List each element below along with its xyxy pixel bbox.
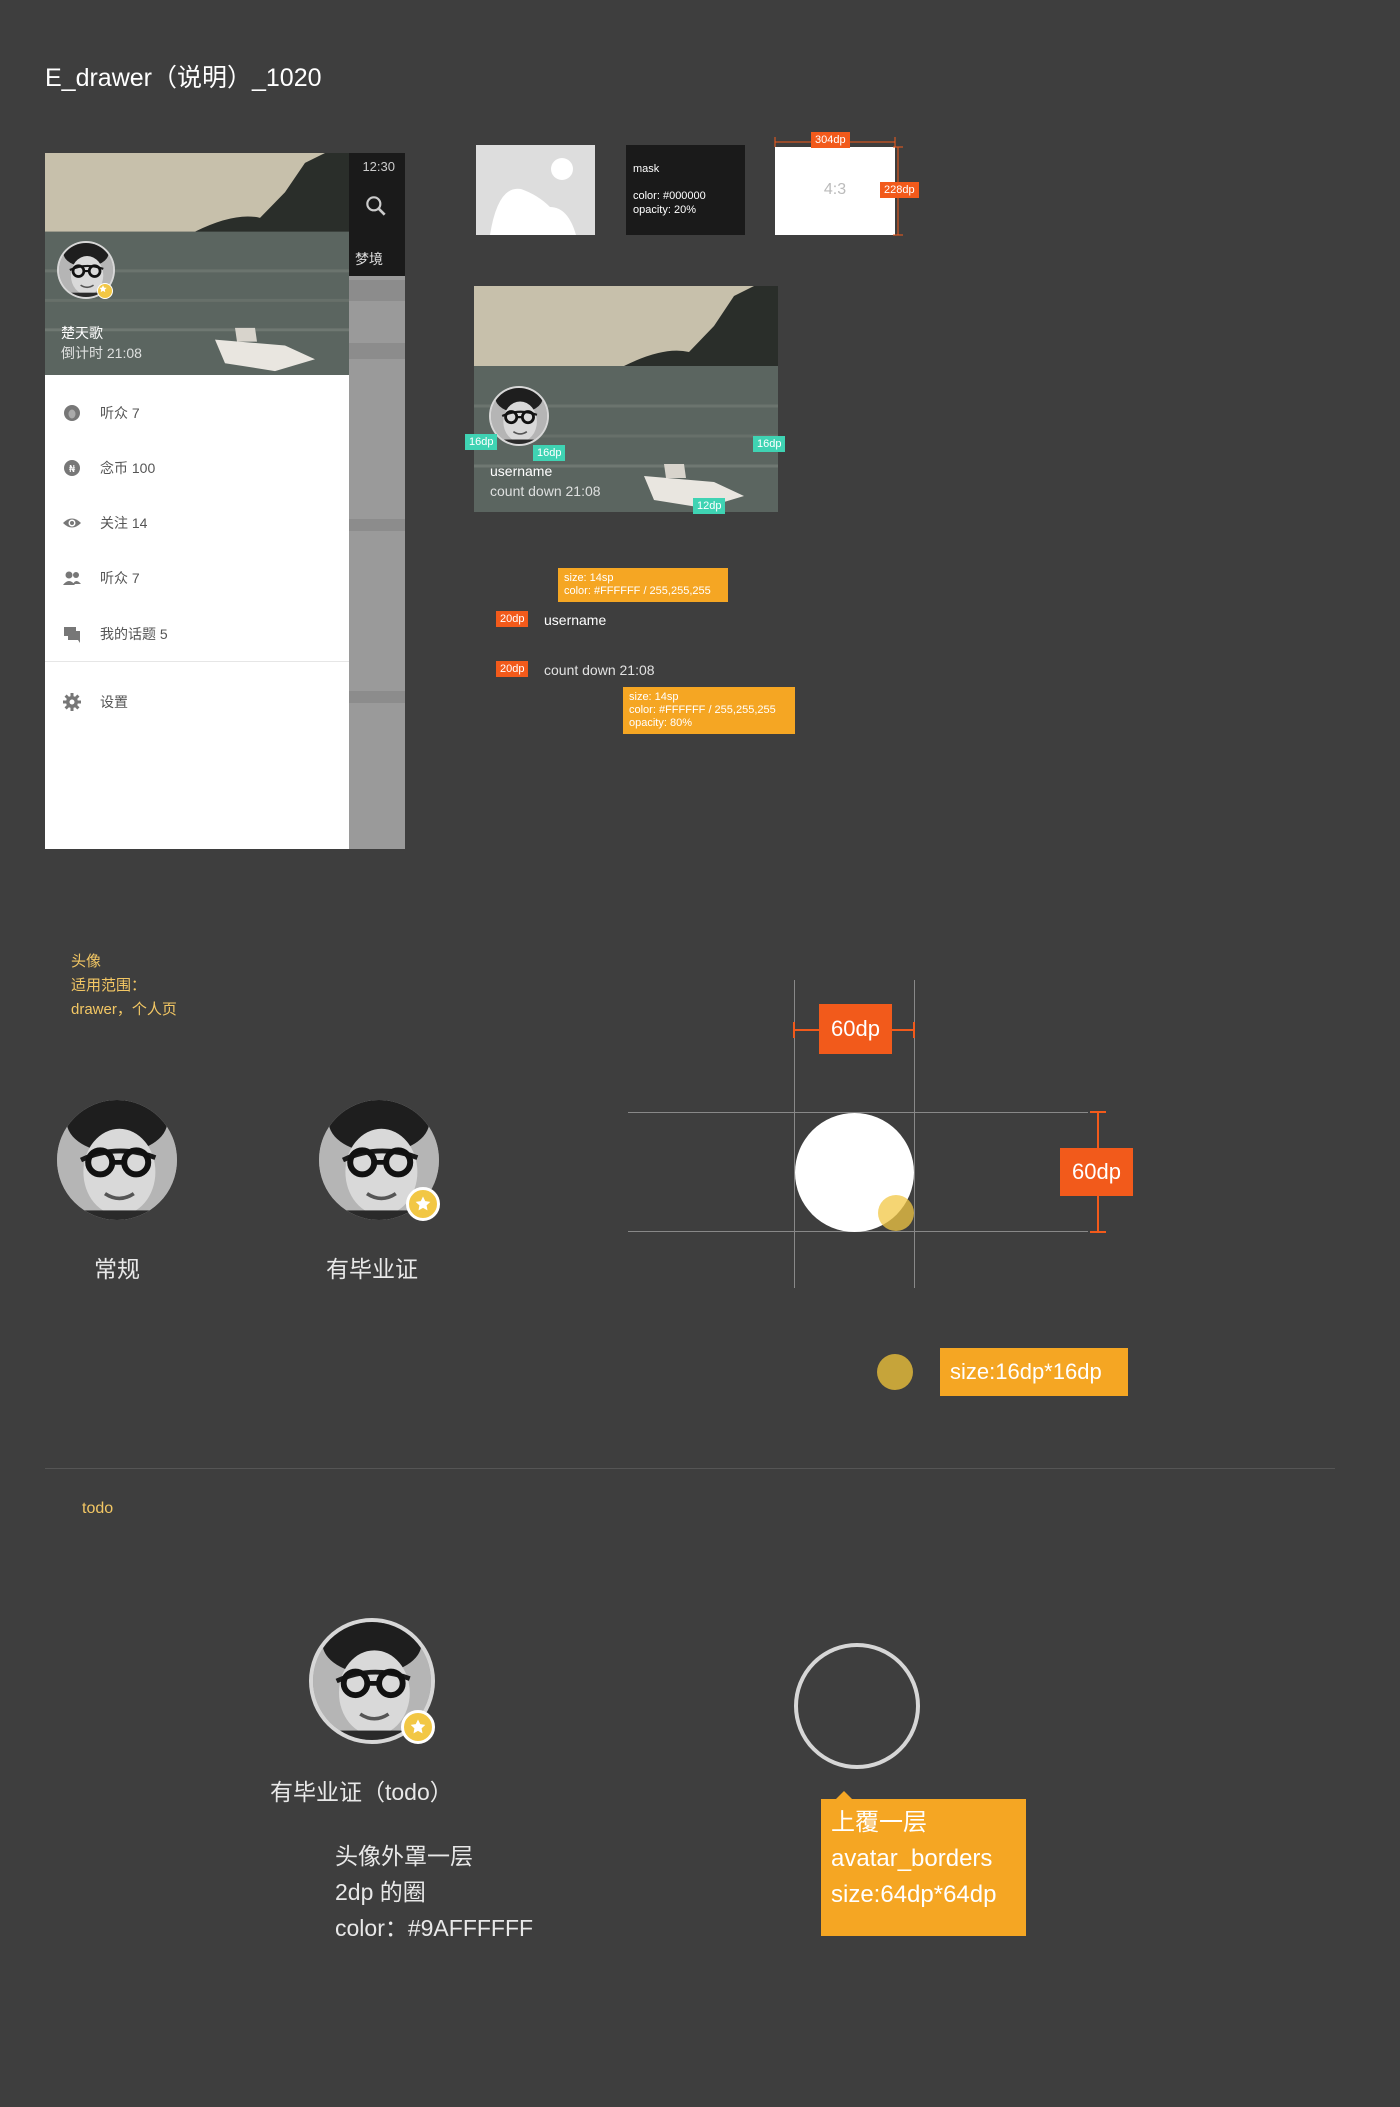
- countdown-sample: count down 21:08: [544, 662, 655, 678]
- countdown-typography-tag: size: 14sp color: #FFFFFF / 255,255,255 …: [623, 687, 795, 734]
- menu-item-label: 我的话题 5: [100, 626, 168, 642]
- avatar-border-tag: 上覆一层 avatar_borders size:64dp*64dp: [821, 1799, 1026, 1936]
- menu-item-settings[interactable]: 设置: [45, 682, 349, 722]
- mask-title: mask: [633, 163, 660, 175]
- badge-sample: [877, 1354, 913, 1390]
- avatar-photo: [491, 388, 547, 444]
- avatar-height-tag: 60dp: [1060, 1148, 1133, 1196]
- avatar-photo: [57, 1100, 177, 1220]
- menu-item-label: 关注 14: [100, 515, 148, 531]
- people-icon: [63, 571, 81, 585]
- image-icon: [490, 158, 576, 235]
- sample-avatar: [489, 386, 549, 446]
- avatar-width-tag: 60dp: [819, 1004, 892, 1054]
- drawer-mockup: 12:30 梦境 楚天歌 倒计时 21:08 听众 7 ₦ 念币 100 关注 …: [45, 153, 405, 849]
- avatar-graduate: [319, 1100, 440, 1221]
- navigation-drawer: 楚天歌 倒计时 21:08 听众 7 ₦ 念币 100 关注 14 听众 7 我…: [45, 153, 349, 849]
- drawer-header-photo: 楚天歌 倒计时 21:08: [45, 153, 349, 375]
- mask-color: color: #000000: [633, 190, 706, 202]
- avatar: [57, 1100, 177, 1220]
- avatar-normal: [57, 1100, 177, 1220]
- sample-username: username: [490, 463, 553, 479]
- todo-label: todo: [82, 1500, 114, 1517]
- menu-item-audience[interactable]: 听众 7: [45, 558, 349, 598]
- countdown-color: color: #FFFFFF / 255,255,255: [629, 704, 776, 716]
- avatar: [489, 386, 549, 446]
- eye-icon: [63, 518, 81, 528]
- todo-note-line3: color：#9AFFFFFF: [335, 1915, 534, 1941]
- menu-item-label: 听众 7: [100, 570, 140, 586]
- star-icon: [408, 1717, 428, 1737]
- countdown-size: size: 14sp: [629, 691, 679, 703]
- star-icon: [413, 1194, 433, 1214]
- badge-shape: [878, 1195, 914, 1231]
- mask-spec: mask color: #000000 opacity: 20%: [626, 145, 745, 235]
- todo-note: 头像外罩一层 2dp 的圈 color：#9AFFFFFF: [335, 1838, 533, 1946]
- background-card: [345, 703, 405, 849]
- todo-note-line2: 2dp 的圈: [335, 1879, 426, 1905]
- menu-item-label: 设置: [100, 694, 128, 710]
- app-toolbar: 12:30 梦境: [349, 153, 405, 280]
- search-icon[interactable]: [363, 193, 389, 219]
- drawer-avatar[interactable]: [57, 241, 115, 299]
- badge-size-tag: size:16dp*16dp: [940, 1348, 1128, 1396]
- graduate-badge: [406, 1187, 440, 1221]
- layer-line3: size:64dp*64dp: [831, 1881, 997, 1908]
- padding-left-tag: 16dp: [465, 434, 498, 450]
- username-size: size: 14sp: [564, 572, 614, 584]
- coin-icon: ₦: [64, 460, 80, 476]
- background-card: [345, 531, 405, 691]
- avatar-note-pages: drawer，个人页: [71, 1001, 177, 1018]
- star-icon: [98, 284, 108, 294]
- header-sample: username count down 21:08: [474, 286, 778, 512]
- layer-line2: avatar_borders: [831, 1845, 993, 1872]
- image-placeholder: [476, 145, 595, 235]
- layer-line1: 上覆一层: [831, 1809, 927, 1836]
- background-card: [345, 301, 405, 343]
- avatar-normal-label: 常规: [94, 1256, 140, 1282]
- section-divider: [45, 1468, 1335, 1469]
- menu-item-coins[interactable]: ₦ 念币 100: [45, 448, 349, 488]
- padding-right-tag: 16dp: [753, 436, 786, 452]
- gear-icon: [63, 693, 81, 711]
- username-sample: username: [544, 612, 607, 628]
- avatar-note-scope: 适用范围：: [71, 977, 147, 994]
- tab-dream[interactable]: 梦境: [355, 249, 383, 269]
- egg-icon: [64, 405, 80, 421]
- countdown-opacity: opacity: 80%: [629, 717, 692, 729]
- avatar-note: 头像 适用范围： drawer，个人页: [71, 950, 177, 1022]
- graduate-badge: [97, 283, 113, 299]
- menu-item-topics[interactable]: 我的话题 5: [45, 614, 349, 654]
- background-card: [345, 359, 405, 519]
- menu-divider: [45, 661, 349, 662]
- svg-text:₦: ₦: [69, 464, 76, 475]
- mask-opacity: opacity: 20%: [633, 204, 696, 216]
- chat-icon: [64, 627, 80, 643]
- padding-bottom-tag: 12dp: [693, 498, 726, 514]
- page-title: E_drawer（说明）_1020: [45, 64, 322, 92]
- graduate-badge: [401, 1710, 435, 1744]
- drawer-countdown: 倒计时 21:08: [61, 345, 142, 361]
- todo-note-line1: 头像外罩一层: [335, 1843, 473, 1869]
- menu-item-following[interactable]: 关注 14: [45, 503, 349, 543]
- avatar-graduate-todo: [309, 1618, 435, 1744]
- todo-avatar-label: 有毕业证（todo）: [270, 1779, 453, 1805]
- username-typography-tag: size: 14sp color: #FFFFFF / 255,255,255: [558, 568, 728, 602]
- username-indent-tag: 20dp: [496, 611, 529, 627]
- status-time: 12:30: [362, 159, 395, 174]
- sample-countdown: count down 21:08: [490, 483, 601, 499]
- avatar-border-ring: [794, 1643, 920, 1769]
- countdown-indent-tag: 20dp: [496, 661, 529, 677]
- username-color: color: #FFFFFF / 255,255,255: [564, 585, 711, 597]
- drawer-username: 楚天歌: [61, 325, 103, 341]
- width-tag: 304dp: [811, 132, 850, 148]
- menu-item-listeners[interactable]: 听众 7: [45, 393, 349, 433]
- menu-item-label: 念币 100: [100, 460, 156, 476]
- avatar-graduate-label: 有毕业证: [326, 1256, 418, 1282]
- tab-indicator: [349, 276, 405, 280]
- menu-item-label: 听众 7: [100, 405, 140, 421]
- avatar-note-title: 头像: [71, 953, 102, 970]
- avatar-gap-tag: 16dp: [533, 445, 566, 461]
- height-tag: 228dp: [880, 182, 919, 198]
